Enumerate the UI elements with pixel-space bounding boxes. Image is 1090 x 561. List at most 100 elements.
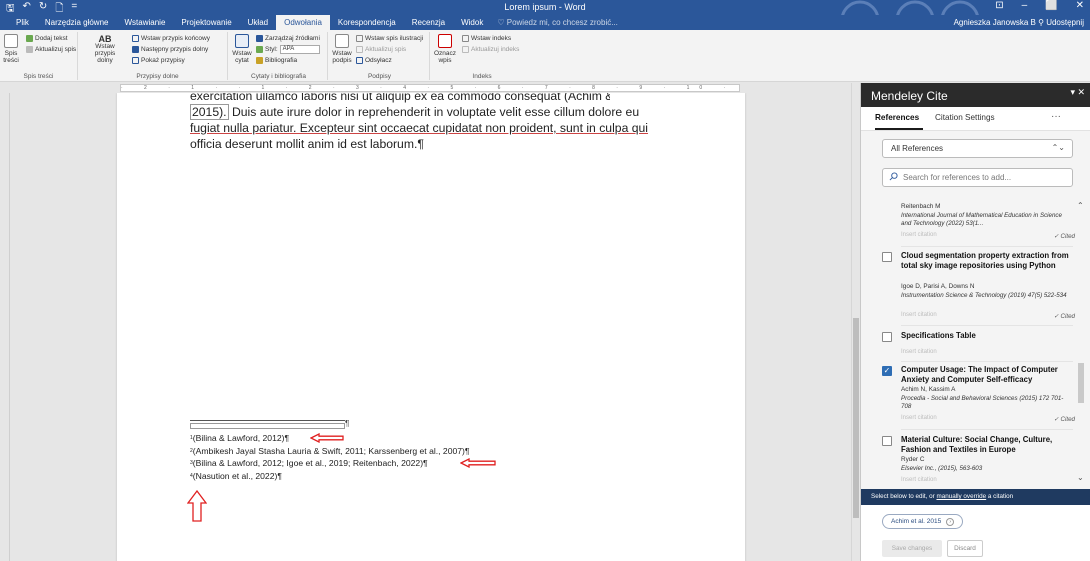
tell-me-search[interactable]: ♡ Powiedz mi, co chcesz zrobić...: [491, 18, 618, 27]
item-divider: [901, 246, 1073, 247]
insert-index-button[interactable]: Wstaw indeks: [462, 34, 511, 43]
reference-journal: Instrumentation Science & Technology (20…: [901, 292, 1067, 299]
update-index-button[interactable]: Aktualizuj indeks: [462, 45, 519, 54]
user-area: Agnieszka Janowska B ⚲ Udostępnij: [954, 15, 1084, 30]
share-button[interactable]: Udostępnij: [1046, 18, 1084, 27]
manage-sources-icon: [256, 35, 263, 42]
minimize-icon[interactable]: –: [1022, 0, 1028, 11]
title-decoration: [841, 0, 979, 15]
footnote-3[interactable]: 3(Bilina & Lawford, 2012; Igoe et al., 2…: [190, 457, 470, 470]
insert-citation-label: Wstaw cytat: [232, 50, 252, 64]
update-index-label: Aktualizuj indeks: [471, 46, 520, 53]
manual-override-link[interactable]: manually override: [936, 493, 986, 500]
tab-odwolania[interactable]: Odwołania: [276, 15, 330, 30]
maximize-icon[interactable]: ⬜: [1045, 0, 1057, 11]
manage-sources-button[interactable]: Zarządzaj źródłami: [256, 34, 320, 43]
reference-checkbox-checked[interactable]: ✓: [882, 366, 892, 376]
cross-reference-button[interactable]: Odsyłacz: [356, 56, 392, 65]
tab-references[interactable]: References: [875, 113, 919, 122]
group-label-captions: Podpisy: [367, 73, 392, 80]
tab-widok[interactable]: Widok: [453, 15, 491, 30]
close-icon[interactable]: ✕: [1076, 0, 1084, 11]
add-text-button[interactable]: Dodaj tekst: [26, 34, 68, 43]
insert-citation-link[interactable]: Insert citation: [901, 415, 937, 421]
tab-korespondencja[interactable]: Korespondencja: [330, 15, 404, 30]
save-changes-button[interactable]: Save changes: [882, 540, 942, 557]
document-page[interactable]: exercitation ullamco laboris nisi ut ali…: [117, 93, 745, 561]
document-scrollbar[interactable]: [851, 83, 860, 561]
tab-projektowanie[interactable]: Projektowanie: [173, 15, 239, 30]
tell-me-text: Powiedz mi, co chcesz zrobić...: [506, 18, 618, 27]
insert-footnote-button[interactable]: AB Wstaw przypis dolny: [90, 34, 120, 65]
cross-reference-icon: [356, 57, 363, 64]
ribbon-tabs: Plik Narzędzia główne Wstawianie Projekt…: [0, 15, 1090, 30]
panel-scrollbar-thumb[interactable]: [1078, 363, 1084, 403]
horizontal-ruler[interactable]: · 2 · 1 · · 1 · 2 · 3 · 4 · 5 · 6 · 7 · …: [0, 83, 852, 93]
insert-citation-link[interactable]: Insert citation: [901, 349, 937, 355]
toc-label: Spis treści: [3, 50, 19, 64]
show-notes-label: Pokaż przypisy: [141, 57, 185, 64]
reference-search-input[interactable]: Search for references to add...: [882, 168, 1073, 187]
scroll-up-icon[interactable]: ⌃: [1077, 201, 1084, 210]
tab-citation-settings[interactable]: Citation Settings: [935, 113, 995, 122]
reference-checkbox[interactable]: [882, 436, 892, 446]
reference-checkbox[interactable]: [882, 252, 892, 262]
citation-chip[interactable]: Achim et al. 2015 ›: [882, 514, 964, 529]
show-notes-button[interactable]: Pokaż przypisy: [132, 56, 185, 65]
next-footnote-button[interactable]: Następny przypis dolny: [132, 45, 208, 54]
mark-entry-label: Oznacz wpis: [434, 50, 457, 64]
tab-narzedzia-glowne[interactable]: Narzędzia główne: [37, 15, 117, 30]
next-footnote-icon: [132, 46, 139, 53]
tab-wstawianie[interactable]: Wstawianie: [116, 15, 173, 30]
insert-citation-link[interactable]: Insert citation: [901, 232, 937, 238]
insert-endnote-button[interactable]: Wstaw przypis końcowy: [132, 34, 210, 43]
footnote-text: (Nasution et al., 2022)¶: [192, 470, 282, 481]
edit-citation-bar: Select below to edit, or manually overri…: [861, 489, 1090, 505]
toc-button[interactable]: Spis treści: [3, 34, 19, 64]
discard-button[interactable]: Discard: [947, 540, 983, 557]
reference-authors: Ryder C: [901, 456, 925, 463]
insert-tof-button[interactable]: Wstaw spis ilustracji: [356, 34, 423, 43]
update-toc-button[interactable]: Aktualizuj spis: [26, 45, 76, 54]
reference-title: Material Culture: Social Change, Culture…: [901, 435, 1053, 454]
tab-recenzja[interactable]: Recenzja: [404, 15, 453, 30]
panel-controls-icon[interactable]: ▾ ✕: [1070, 87, 1085, 98]
bibliography-label: Bibliografia: [265, 57, 298, 64]
insert-citation-link[interactable]: Insert citation: [901, 312, 937, 318]
footnote-ab-icon: AB: [98, 34, 112, 44]
vertical-ruler[interactable]: [0, 93, 10, 561]
document-scrollbar-thumb[interactable]: [853, 318, 859, 518]
edit-bar-prefix: Select below to edit, or: [871, 493, 937, 500]
style-select[interactable]: APA: [279, 45, 320, 54]
user-name[interactable]: Agnieszka Janowska B: [954, 18, 1036, 27]
insert-caption-label: Wstaw podpis: [332, 50, 352, 64]
panel-scrollbar[interactable]: ⌃ ⌄: [1075, 193, 1087, 483]
mark-entry-button[interactable]: Oznacz wpis: [434, 34, 456, 64]
group-label-citations: Cytaty i bibliografia: [251, 73, 306, 80]
reference-checkbox[interactable]: [882, 332, 892, 342]
update-index-icon: [462, 46, 469, 53]
ribbon-display-icon[interactable]: ⊡: [995, 0, 1003, 11]
tab-plik[interactable]: Plik: [8, 15, 37, 30]
chevron-right-icon: ›: [946, 518, 955, 526]
footnote-separator: [190, 420, 345, 421]
style-icon: [256, 46, 263, 53]
more-options-icon[interactable]: ···: [1051, 111, 1061, 122]
footnote-2[interactable]: 2(Ambikesh Jayal Stasha Lauria & Swift, …: [190, 445, 470, 458]
footnote-4[interactable]: 4(Nasution et al., 2022)¶: [190, 470, 470, 483]
insert-citation-link[interactable]: Insert citation: [901, 477, 937, 483]
citation-field[interactable]: 2015).: [190, 104, 229, 120]
lightbulb-icon: ♡: [497, 18, 505, 27]
insert-footnote-label: Wstaw przypis dolny: [94, 43, 116, 64]
update-tof-button[interactable]: Aktualizuj spis: [356, 45, 406, 54]
insert-citation-button[interactable]: Wstaw cytat: [231, 34, 253, 64]
document-body[interactable]: exercitation ullamco laboris nisi ut ali…: [190, 93, 648, 152]
insert-caption-button[interactable]: Wstaw podpis: [331, 34, 353, 64]
scroll-down-icon[interactable]: ⌄: [1077, 473, 1084, 482]
search-placeholder: Search for references to add...: [903, 173, 1012, 182]
references-filter-dropdown[interactable]: All References ⌃⌄: [882, 139, 1073, 158]
chevron-updown-icon: ⌃⌄: [1051, 143, 1065, 152]
tab-uklad[interactable]: Układ: [240, 15, 276, 30]
bibliography-button[interactable]: Bibliografia: [256, 56, 297, 65]
item-divider: [901, 361, 1073, 362]
